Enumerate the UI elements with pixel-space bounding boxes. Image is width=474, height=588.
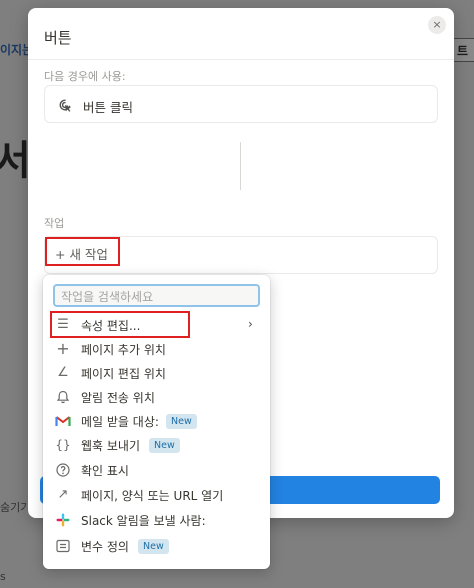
menu-item-label: 페이지, 양식 또는 URL 열기: [81, 489, 224, 503]
new-action-button[interactable]: + 새 작업: [45, 237, 120, 266]
annotation-highlight: [50, 311, 190, 338]
slack-icon: [56, 513, 70, 527]
menu-item-label: 웹훅 보내기: [81, 439, 141, 453]
menu-item-confirm[interactable]: 확인 표시: [43, 459, 270, 483]
menu-item-add-page[interactable]: + 페이지 추가 위치: [43, 338, 270, 362]
close-icon: ×: [432, 18, 442, 31]
variable-icon: [56, 539, 70, 553]
chevron-right-icon: ›: [248, 317, 253, 331]
menu-item-slack[interactable]: Slack 알림을 보낼 사람:: [43, 509, 270, 533]
background-footer-text: 숨기기: [0, 501, 31, 514]
bell-icon: [56, 390, 70, 404]
trigger-card[interactable]: 버튼 클릭: [44, 85, 438, 123]
gmail-icon: [55, 416, 71, 426]
arrow-up-right-icon: ↗: [57, 487, 69, 502]
menu-item-edit-page[interactable]: ∠ 페이지 편집 위치: [43, 362, 270, 386]
close-button[interactable]: ×: [428, 16, 446, 34]
menu-item-label: 알림 전송 위치: [81, 391, 155, 405]
menu-item-label: 메일 받을 대상:: [81, 415, 159, 429]
background-footer-text-2: s: [0, 570, 6, 583]
menu-item-define-variable[interactable]: 변수 정의 New: [43, 535, 270, 559]
menu-item-label: 변수 정의: [81, 540, 129, 554]
action-search-input[interactable]: [53, 284, 260, 307]
menu-item-send-notification[interactable]: 알림 전송 위치: [43, 386, 270, 410]
trigger-label: 버튼 클릭: [83, 100, 133, 115]
modal-title: 버튼: [44, 29, 72, 47]
new-badge: New: [138, 539, 169, 554]
plus-icon: +: [56, 339, 70, 358]
pencil-icon: ∠: [57, 365, 69, 380]
menu-item-open-url[interactable]: ↗ 페이지, 양식 또는 URL 열기: [43, 484, 270, 508]
click-icon: [59, 99, 71, 112]
background-heading: 서: [0, 138, 31, 184]
menu-item-label: 페이지 추가 위치: [81, 343, 166, 357]
action-menu: ☰ 속성 편집... › + 페이지 추가 위치 ∠ 페이지 편집 위치 알림 …: [43, 275, 270, 569]
new-badge: New: [149, 438, 180, 453]
trigger-section-label: 다음 경우에 사용:: [44, 70, 126, 83]
flow-connector: [240, 142, 241, 190]
braces-icon: {}: [55, 438, 71, 452]
background-tab: 트: [452, 38, 474, 62]
new-badge: New: [166, 414, 197, 429]
question-icon: [56, 463, 70, 477]
menu-item-label: Slack 알림을 보낼 사람:: [81, 514, 206, 528]
menu-item-label: 확인 표시: [81, 464, 129, 478]
action-section-label: 작업: [44, 217, 65, 230]
menu-item-send-mail[interactable]: 메일 받을 대상: New: [43, 410, 270, 434]
menu-item-webhook[interactable]: {} 웹훅 보내기 New: [43, 434, 270, 458]
header-divider: [28, 59, 454, 60]
menu-item-label: 페이지 편집 위치: [81, 367, 166, 381]
